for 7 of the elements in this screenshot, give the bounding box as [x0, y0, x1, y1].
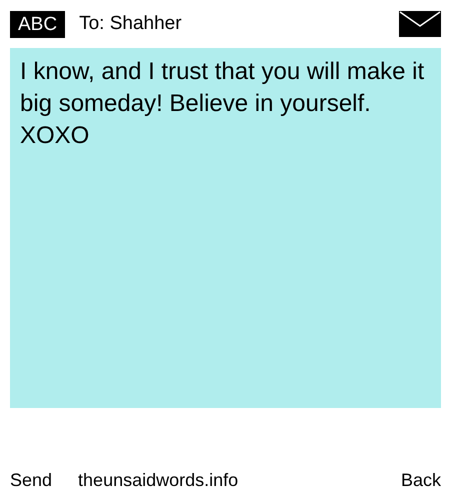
message-text: I know, and I trust that you will make it big someday! Believe in yourself. XOXO	[10, 48, 441, 408]
recipient-label: To: Shahher	[79, 13, 183, 35]
back-button[interactable]: Back	[400, 470, 441, 491]
send-button[interactable]: Send	[10, 470, 52, 491]
abc-label: ABC	[10, 10, 66, 38]
envelope-icon[interactable]	[399, 11, 441, 37]
site-link[interactable]: theunsaidwords.info	[78, 470, 401, 491]
